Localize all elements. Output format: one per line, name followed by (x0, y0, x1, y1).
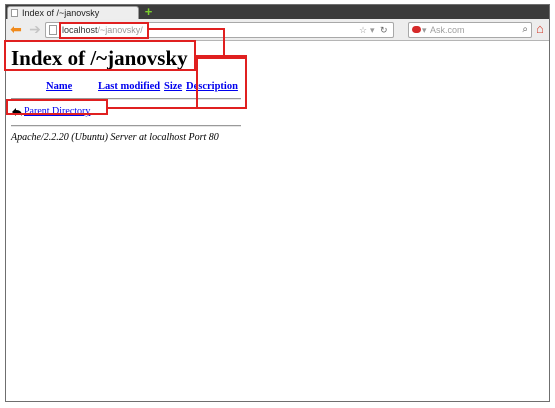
home-icon[interactable]: ⌂ (536, 22, 548, 36)
column-header-last-modified[interactable]: Last modified (98, 81, 160, 92)
search-engine-icon[interactable] (412, 26, 421, 33)
tab-bar: Index of /~janovsky + (6, 5, 549, 19)
divider (11, 98, 241, 100)
url-text[interactable]: localhost/~janovsky/ (62, 24, 143, 36)
page-icon (49, 25, 57, 35)
navigation-toolbar: ⬅ ➔ localhost/~janovsky/ ☆ ▾ ↻ ▾ Ask.com… (6, 19, 549, 41)
search-icon[interactable]: ⌕ (522, 24, 528, 36)
highlight-connector (147, 28, 225, 30)
browser-window: Index of /~janovsky + ⬅ ➔ localhost/~jan… (5, 4, 550, 402)
address-bar[interactable]: localhost/~janovsky/ ☆ ▾ ↻ (45, 22, 394, 38)
column-header-size[interactable]: Size (164, 81, 182, 92)
new-tab-button[interactable]: + (143, 5, 154, 18)
divider (11, 125, 241, 127)
forward-button[interactable]: ➔ (28, 22, 42, 36)
page-content: Index of /~janovsky Name Last modified S… (6, 41, 549, 399)
tab-active[interactable]: Index of /~janovsky (7, 6, 139, 19)
url-host: localhost (62, 25, 98, 35)
column-header-name[interactable]: Name (46, 81, 72, 92)
back-arrow-icon[interactable] (11, 107, 23, 117)
page-favicon-icon (11, 9, 18, 17)
highlight-connector (106, 107, 247, 109)
search-input[interactable]: Ask.com (430, 24, 465, 36)
chevron-down-icon[interactable]: ▾ (370, 24, 375, 36)
column-header-description[interactable]: Description (186, 81, 238, 92)
chevron-down-icon[interactable]: ▾ (422, 24, 427, 36)
highlight-connector (196, 55, 247, 57)
url-path: /~janovsky/ (97, 25, 143, 35)
page-title: Index of /~janovsky (11, 46, 188, 70)
bookmark-star-icon[interactable]: ☆ (359, 24, 367, 36)
server-signature: Apache/2.2.20 (Ubuntu) Server at localho… (11, 132, 219, 143)
highlight-connector (223, 28, 225, 57)
reload-icon[interactable]: ↻ (380, 24, 388, 36)
back-button[interactable]: ⬅ (9, 22, 23, 36)
parent-directory-link[interactable]: Parent Directory (24, 106, 90, 117)
search-bar[interactable]: ▾ Ask.com ⌕ (408, 22, 532, 38)
tab-title: Index of /~janovsky (22, 8, 100, 18)
